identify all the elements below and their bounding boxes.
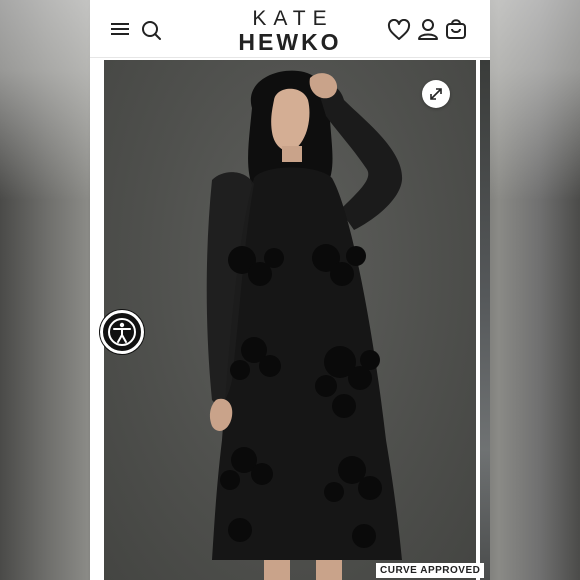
product-photo[interactable] [104, 60, 476, 580]
curve-approved-badge: CURVE APPROVED [376, 563, 485, 578]
site-header: KATE HEWKO [90, 0, 490, 58]
model-figure [206, 70, 403, 580]
logo-line-1: KATE [252, 7, 334, 30]
expand-icon[interactable] [422, 80, 450, 108]
user-icon[interactable] [417, 18, 439, 40]
menu-icon[interactable] [110, 20, 132, 38]
logo-line-2: HEWKO [238, 29, 342, 55]
mobile-page: KATE HEWKO CURVE APPROVED [90, 0, 490, 580]
accessibility-icon[interactable] [100, 310, 144, 354]
next-photo-peek[interactable] [480, 60, 490, 580]
cart-icon[interactable] [445, 18, 467, 40]
heart-icon[interactable] [387, 18, 411, 41]
product-gallery[interactable]: CURVE APPROVED [90, 58, 490, 580]
brand-logo[interactable]: KATE HEWKO [210, 7, 370, 55]
search-icon[interactable] [140, 19, 162, 41]
